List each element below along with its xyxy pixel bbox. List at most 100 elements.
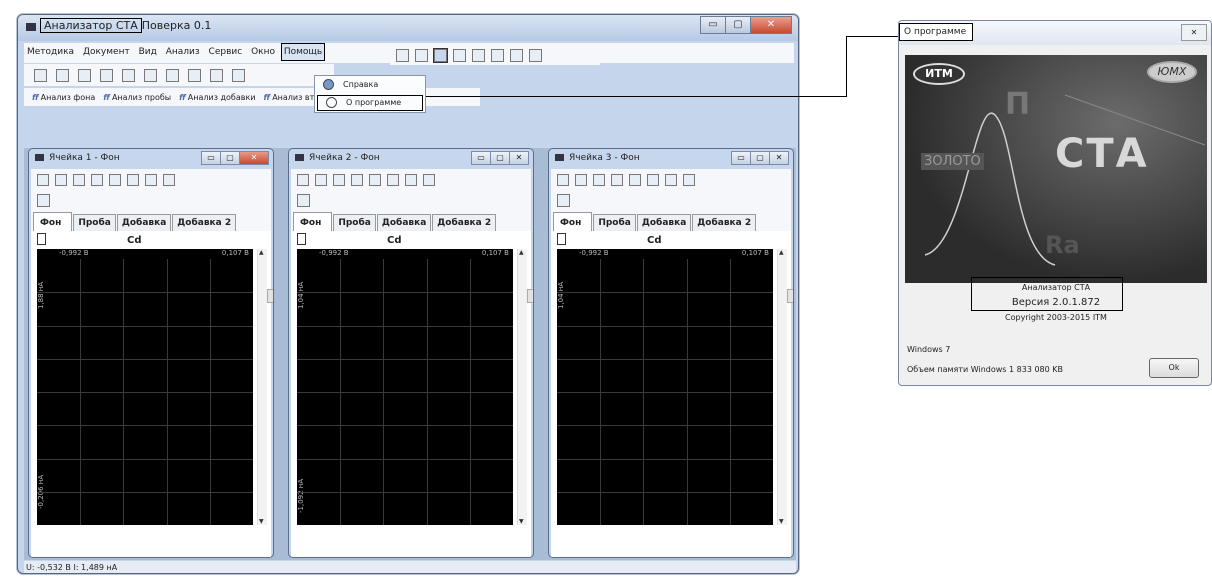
cell-minimize-button[interactable]: ▭: [471, 151, 491, 165]
zoom-in-icon[interactable]: [575, 174, 587, 186]
refresh-icon[interactable]: [78, 68, 91, 82]
pin-icon[interactable]: [557, 233, 566, 245]
tab-dobavka[interactable]: Добавка: [116, 214, 172, 231]
print-icon[interactable]: [232, 68, 245, 82]
peak-right-icon[interactable]: [423, 174, 435, 186]
crosshair-icon[interactable]: [91, 174, 103, 186]
tab-dobavka-2[interactable]: Добавка 2: [432, 214, 497, 231]
open-folder-icon[interactable]: [56, 68, 69, 82]
peak-left-icon[interactable]: [405, 174, 417, 186]
analysis-bg-button[interactable]: ff Анализ фона: [32, 93, 95, 102]
menu-document[interactable]: Документ: [80, 43, 133, 61]
bar-icon[interactable]: [529, 48, 542, 62]
zoom-out-icon[interactable]: [333, 174, 345, 186]
peak-right-icon[interactable]: [683, 174, 695, 186]
edit-curve-icon[interactable]: [37, 193, 50, 207]
crosshair-icon[interactable]: [611, 174, 623, 186]
splitter-handle[interactable]: [787, 289, 793, 303]
tab-dobavka-2[interactable]: Добавка 2: [172, 214, 237, 231]
phi-icon[interactable]: [629, 174, 641, 186]
display-icon[interactable]: [433, 47, 448, 63]
phi-icon[interactable]: [109, 174, 121, 186]
tab-proba[interactable]: Проба: [593, 214, 636, 231]
maximize-button[interactable]: ▢: [725, 16, 751, 34]
edit-curve-icon[interactable]: [297, 193, 310, 207]
chart-icon[interactable]: [491, 48, 504, 62]
list-icon[interactable]: [453, 48, 466, 62]
copy-icon[interactable]: [415, 48, 428, 62]
cell-maximize-button[interactable]: ▢: [750, 151, 770, 165]
menu-service[interactable]: Сервис: [206, 43, 246, 61]
cell-icon[interactable]: [166, 68, 179, 82]
tab-fon[interactable]: Фон: [33, 212, 73, 231]
tab-fon[interactable]: Фон: [293, 212, 333, 231]
tab-proba[interactable]: Проба: [333, 214, 376, 231]
splitter-handle[interactable]: [527, 289, 533, 303]
edit-curve-icon[interactable]: [557, 193, 570, 207]
paste-data-icon[interactable]: [210, 68, 223, 82]
edit-icon[interactable]: [396, 48, 409, 62]
menu-item-help[interactable]: Справка: [315, 76, 425, 94]
minimize-button[interactable]: ▭: [700, 16, 726, 34]
main-titlebar[interactable]: Анализатор СТА Поверка 0.1 ▭ ▢ ✕: [18, 15, 798, 41]
peak-left-icon[interactable]: [145, 174, 157, 186]
new-file-icon[interactable]: [34, 68, 47, 82]
grid-icon[interactable]: [297, 174, 309, 186]
copy-data-icon[interactable]: [188, 68, 201, 82]
analysis-add-button[interactable]: ff Анализ добавки: [179, 93, 255, 102]
peak-icon[interactable]: [647, 174, 659, 186]
cell-titlebar[interactable]: Ячейка 3 - Фон ▭ ▢ ✕: [549, 149, 793, 169]
menu-view[interactable]: Вид: [136, 43, 160, 61]
menu-window[interactable]: Окно: [248, 43, 278, 61]
peak-right-icon[interactable]: [163, 174, 175, 186]
zoom-in-icon[interactable]: [315, 174, 327, 186]
close-button[interactable]: ✕: [750, 16, 792, 34]
peak-icon[interactable]: [127, 174, 139, 186]
voltammogram-plot[interactable]: -0,992 В 0,107 В 1,04 нА -1,092 нА: [297, 249, 513, 525]
zoom-in-icon[interactable]: [55, 174, 67, 186]
vertical-scrollbar[interactable]: ▲ ▼: [517, 249, 527, 525]
peak-left-icon[interactable]: [665, 174, 677, 186]
menu-item-about[interactable]: О программе: [317, 95, 423, 111]
splitter-handle[interactable]: [267, 289, 273, 303]
tab-dobavka[interactable]: Добавка: [376, 214, 432, 231]
cell-minimize-button[interactable]: ▭: [731, 151, 751, 165]
crosshair-icon[interactable]: [351, 174, 363, 186]
filter-icon[interactable]: [510, 48, 523, 62]
pin-icon[interactable]: [37, 233, 46, 245]
vertical-scrollbar[interactable]: ▲ ▼: [777, 249, 787, 525]
zoom-out-icon[interactable]: [73, 174, 85, 186]
save-icon[interactable]: [100, 68, 113, 82]
tab-proba[interactable]: Проба: [73, 214, 116, 231]
grid-icon[interactable]: [557, 174, 569, 186]
cell-maximize-button[interactable]: ▢: [490, 151, 510, 165]
about-close-button[interactable]: ✕: [1181, 24, 1207, 41]
electrode-icon[interactable]: [144, 68, 157, 82]
ok-button[interactable]: Ok: [1149, 358, 1199, 378]
pin-icon[interactable]: [297, 233, 306, 245]
cell-maximize-button[interactable]: ▢: [220, 151, 240, 165]
voltammogram-plot[interactable]: -0,992 В0,107 В 1,88 нА -0,206 нА: [37, 249, 253, 525]
analysis-sample-button[interactable]: ff Анализ пробы: [103, 93, 171, 102]
cell-titlebar[interactable]: Ячейка 1 - Фон ▭ ▢ ✕: [29, 149, 273, 169]
menu-help[interactable]: Помощь: [280, 43, 326, 61]
grid-icon[interactable]: [37, 174, 49, 186]
tab-dobavka[interactable]: Добавка: [636, 214, 692, 231]
cell-close-button[interactable]: ✕: [509, 151, 529, 165]
cell-minimize-button[interactable]: ▭: [201, 151, 221, 165]
zoom-out-icon[interactable]: [593, 174, 605, 186]
cell-close-button[interactable]: ✕: [769, 151, 789, 165]
cell-close-button[interactable]: ✕: [239, 151, 269, 165]
stop-icon[interactable]: [122, 68, 135, 82]
menu-analysis[interactable]: Анализ: [163, 43, 203, 61]
peak-icon[interactable]: [387, 174, 399, 186]
voltammogram-plot[interactable]: -0,992 В 0,107 В 1,04 нА: [557, 249, 773, 525]
phi-icon[interactable]: [369, 174, 381, 186]
tab-fon[interactable]: Фон: [553, 212, 593, 231]
vertical-scrollbar[interactable]: ▲ ▼: [257, 249, 267, 525]
about-titlebar[interactable]: О программе ✕: [899, 21, 1211, 45]
cell-titlebar[interactable]: Ячейка 2 - Фон ▭ ▢ ✕: [289, 149, 533, 169]
menu-metodika[interactable]: Методика: [24, 43, 77, 61]
tab-dobavka-2[interactable]: Добавка 2: [692, 214, 757, 231]
wave-icon[interactable]: [472, 48, 485, 62]
